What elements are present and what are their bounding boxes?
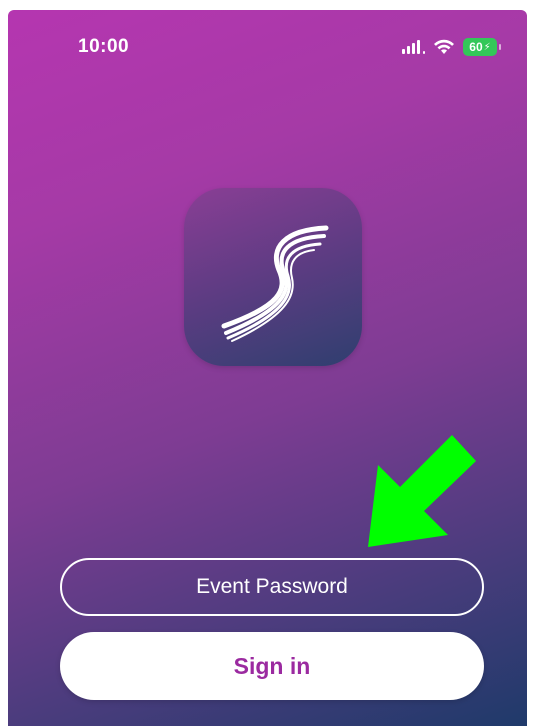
wifi-icon <box>434 39 454 54</box>
stylized-s-logo-icon <box>221 225 329 342</box>
status-time: 10:00 <box>78 36 130 57</box>
status-icons: 60 ⚡ <box>402 36 501 58</box>
signal-icon <box>402 40 425 54</box>
battery-level: 60 <box>469 40 483 54</box>
login-screen: 10:00 60 ⚡ Sign in <box>8 10 527 726</box>
green-arrow-icon <box>368 435 476 547</box>
event-password-field[interactable] <box>60 558 484 616</box>
event-password-input[interactable] <box>81 574 463 600</box>
app-logo <box>184 188 362 366</box>
battery-charging-icon: 60 ⚡ <box>463 38 501 56</box>
bolt-icon: ⚡ <box>483 41 491 53</box>
sign-in-button[interactable]: Sign in <box>60 632 484 700</box>
